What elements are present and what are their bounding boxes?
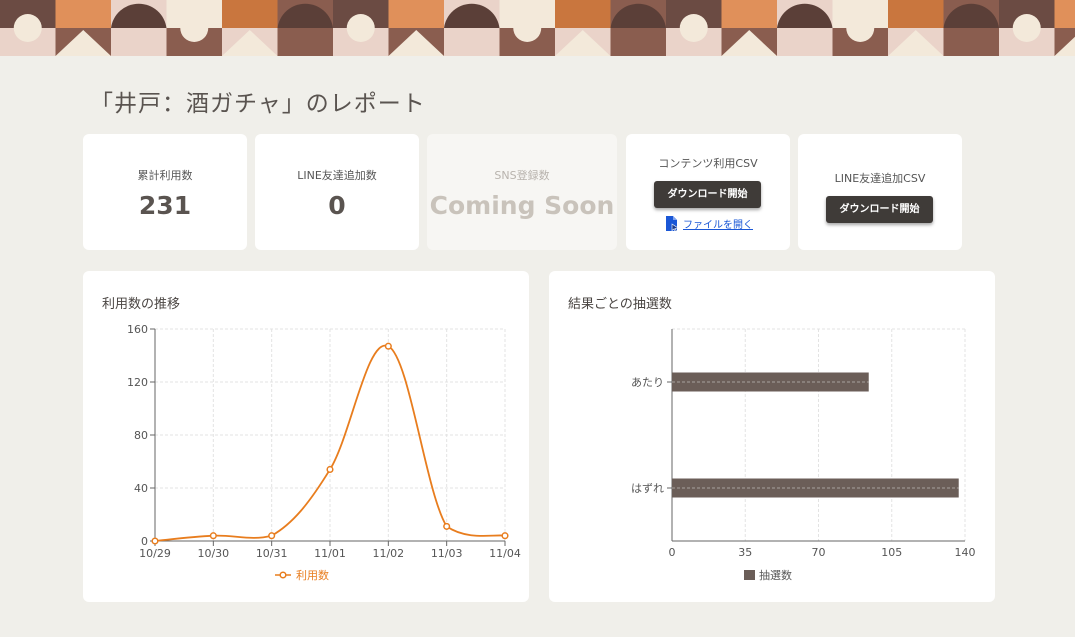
- legend-label-usage: 利用数: [296, 569, 329, 582]
- legend-marker: [279, 571, 287, 579]
- x-tick-label: 140: [955, 546, 976, 559]
- sns-registration-card: SNS登録数 Coming Soon: [427, 134, 617, 250]
- x-tick-label: 0: [669, 546, 676, 559]
- x-tick-label: 11/04: [489, 547, 521, 560]
- line-friends-card: LINE友達追加数 0: [255, 134, 419, 250]
- x-tick-label: 70: [812, 546, 826, 559]
- y-tick-label: 40: [134, 482, 148, 495]
- draw-results-chart-card: 結果ごとの抽選数 0 35 70 105 140 あたり はずれ 抽選数: [549, 271, 995, 602]
- total-usage-card: 累計利用数 231: [83, 134, 247, 250]
- data-point: [384, 342, 392, 350]
- banner-circle: [180, 14, 209, 42]
- banner-circle: [1012, 14, 1041, 42]
- usage-trend-line-chart: 0408012016010/29 10/30 10/31 11/01 11/02 11/0…: [127, 323, 521, 582]
- decorative-header-banner: [0, 0, 1075, 56]
- content-csv-label: コンテンツ利用CSV: [658, 157, 758, 170]
- banner-tile: [1054, 0, 1075, 28]
- data-point: [326, 465, 334, 473]
- data-point: [268, 532, 276, 540]
- banner-tile: [222, 0, 279, 28]
- line-friends-value: 0: [328, 191, 346, 220]
- x-tick-label: 105: [881, 546, 902, 559]
- banner-circle: [846, 14, 875, 42]
- sns-registration-label: SNS登録数: [494, 169, 550, 182]
- banner-tile: [721, 0, 778, 28]
- line-friends-csv-download-button[interactable]: ダウンロード開始: [826, 196, 933, 223]
- banner-tile: [388, 0, 445, 28]
- banner-circle: [679, 14, 708, 42]
- total-usage-value: 231: [138, 191, 192, 220]
- category-label: はずれ: [631, 482, 664, 495]
- data-point: [151, 537, 159, 545]
- x-tick-label: 10/29: [139, 547, 171, 560]
- banner-tile: [55, 0, 112, 28]
- x-tick-label: 11/01: [314, 547, 346, 560]
- content-csv-download-button[interactable]: ダウンロード開始: [654, 181, 761, 208]
- line-friends-csv-card: LINE友達追加CSV ダウンロード開始: [798, 134, 962, 250]
- banner-tile: [943, 28, 1000, 56]
- data-point: [443, 522, 451, 530]
- x-tick-label: 11/02: [372, 547, 404, 560]
- banner-tile: [111, 28, 168, 56]
- draw-results-bar-chart: 0 35 70 105 140 あたりはずれ抽選数: [631, 328, 976, 582]
- sns-registration-value: Coming Soon: [429, 191, 615, 220]
- x-tick-label: 35: [738, 546, 752, 559]
- line-friends-csv-label: LINE友達追加CSV: [834, 172, 926, 185]
- x-tick-label: 10/30: [197, 547, 229, 560]
- x-tick-label: 10/31: [256, 547, 288, 560]
- banner-tile: [555, 0, 612, 28]
- data-point: [501, 532, 509, 540]
- legend-label-draws: 抽選数: [759, 568, 792, 582]
- y-tick-label: 120: [127, 376, 148, 389]
- banner-circle: [513, 14, 542, 42]
- banner-tile: [277, 28, 334, 56]
- banner-tile: [444, 28, 501, 56]
- total-usage-label: 累計利用数: [137, 169, 193, 182]
- banner-tile: [610, 28, 667, 56]
- banner-tile: [888, 0, 945, 28]
- open-file-link-label: ファイルを開く: [683, 220, 753, 231]
- y-tick-label: 160: [127, 323, 148, 336]
- banner-tile: [777, 28, 834, 56]
- open-file-link[interactable]: ファイルを開く: [665, 216, 753, 231]
- file-icon: [666, 216, 679, 231]
- category-label: あたり: [631, 376, 664, 389]
- banner-circle: [13, 14, 42, 42]
- legend-swatch-draws: [744, 570, 755, 580]
- bar-1: [672, 478, 959, 498]
- line-friends-label: LINE友達追加数: [297, 169, 377, 182]
- page-title: 「井戸：酒ガチャ」のレポート: [90, 91, 426, 117]
- usage-trend-chart-card: 利用数の推移 0 40 80 120 160 10/29 10/30 10/31 11/01 11…: [83, 271, 529, 602]
- x-tick-label: 11/03: [431, 547, 463, 560]
- y-tick-label: 80: [134, 429, 148, 442]
- data-point: [209, 532, 217, 540]
- banner-circle: [346, 14, 375, 42]
- content-csv-card: コンテンツ利用CSV ダウンロード開始 ファイルを開く: [626, 134, 790, 250]
